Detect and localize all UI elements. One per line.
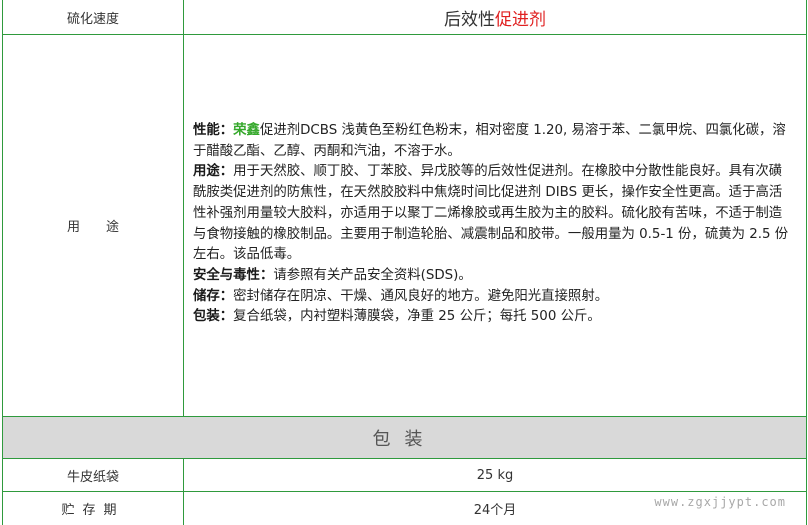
storage-paragraph: 储存：密封储存在阴凉、干燥、通风良好的地方。避免阳光直接照射。	[193, 288, 609, 304]
use-paragraph: 用途：用于天然胶、顺丁胶、丁苯胶、异戊胶等的后效性促进剂。在橡胶中分散性能良好。…	[193, 164, 789, 263]
column-divider	[183, 0, 184, 416]
storage-period-label: 贮存期	[61, 503, 125, 518]
table-border-right	[806, 0, 807, 525]
spec-table: 硫化速度 后效性 促进剂 用 途 性能：荣鑫促进剂DCBS 浅黄色至粉红色粉末，相…	[0, 0, 808, 525]
bag-value: 25 kg	[476, 467, 514, 483]
speed-label: 硫化速度	[66, 11, 119, 27]
usage-label: 用 途	[66, 220, 119, 235]
performance-paragraph: 性能：荣鑫促进剂DCBS 浅黄色至粉红色粉末，相对密度 1.20, 易溶于苯、二…	[193, 123, 786, 159]
speed-value: 后效性 促进剂	[184, 0, 806, 34]
packing-paragraph: 包装：复合纸袋，内衬塑料薄膜袋，净重 25 公斤；每托 500 公斤。	[193, 309, 601, 325]
section-header-packing: 包装	[3, 417, 806, 458]
bag-label: 牛皮纸袋	[66, 469, 119, 485]
safety-paragraph: 安全与毒性：请参照有关产品安全资料(SDS)。	[193, 267, 472, 283]
brand-name: 荣鑫	[233, 123, 260, 138]
usage-description: 性能：荣鑫促进剂DCBS 浅黄色至粉红色粉末，相对密度 1.20, 易溶于苯、二…	[193, 121, 793, 328]
speed-value-prefix: 后效性	[444, 9, 495, 30]
watermark: www.zgxjjypt.com	[654, 495, 786, 509]
speed-value-accent: 促进剂	[495, 9, 546, 30]
